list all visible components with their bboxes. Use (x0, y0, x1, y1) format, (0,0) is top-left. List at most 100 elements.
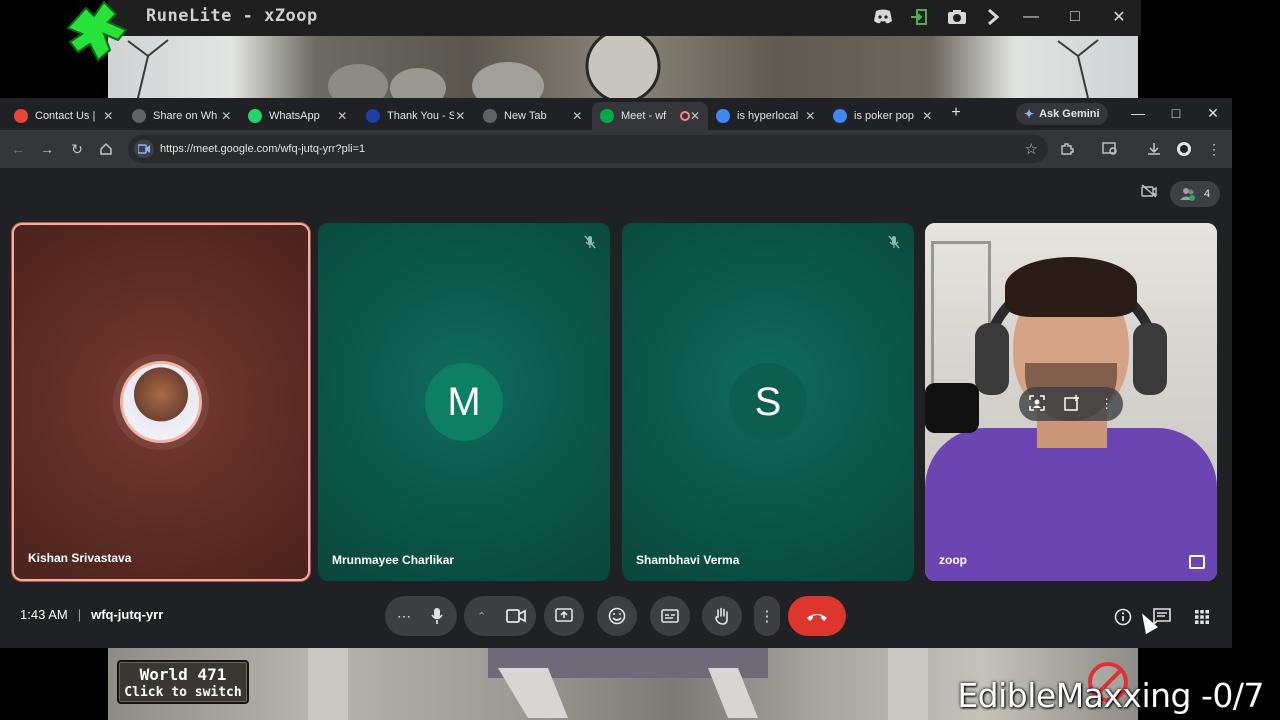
avatar (120, 361, 202, 443)
chrome-menu-icon[interactable]: ⋮ (1204, 139, 1224, 159)
captions-button[interactable] (650, 596, 690, 636)
maximize-icon[interactable]: □ (1062, 5, 1088, 29)
mic-off-icon (886, 234, 902, 250)
world-switch-button[interactable]: World 471 Click to switch (117, 660, 249, 704)
browser-tab[interactable]: Thank You - S ✕ (358, 102, 474, 130)
close-tab-icon[interactable]: ✕ (336, 109, 348, 123)
camera-off-icon[interactable] (1140, 182, 1158, 200)
mic-control-group: ⋯ (385, 596, 457, 636)
avatar-initial: S (729, 363, 807, 441)
red-circle-icon (14, 109, 28, 123)
whatsapp-icon (248, 109, 262, 123)
tab-label: Contact Us | (35, 110, 96, 122)
tab-label: Meet - wf (621, 110, 667, 122)
browser-tab[interactable]: is poker pop ✕ (825, 102, 941, 130)
camera-feed-hair (1005, 257, 1137, 317)
browser-tab[interactable]: is hyperlocal ✕ (708, 102, 824, 130)
hang-up-icon (807, 614, 827, 621)
chevron-up-icon[interactable]: ⌃ (477, 610, 486, 623)
camera-icon[interactable] (944, 5, 970, 29)
meeting-details-icon[interactable] (1112, 606, 1134, 628)
chrome-maximize-icon[interactable]: □ (1162, 102, 1190, 124)
chrome-minimize-icon[interactable]: — (1124, 102, 1152, 124)
runelite-title: RuneLite - xZoop (146, 6, 318, 26)
close-tab-icon[interactable]: ✕ (454, 109, 466, 123)
browser-toolbar: ← → ↻ https://meet.google.com/wfq-jutq-y… (0, 130, 1232, 168)
minimize-icon[interactable]: — (1018, 5, 1044, 29)
present-screen-button[interactable] (544, 596, 584, 636)
participant-tile-shambhavi[interactable]: S Shambhavi Verma (622, 223, 914, 581)
url-text: https://meet.google.com/wfq-jutq-yrr?pli… (160, 143, 366, 155)
more-audio-options-icon[interactable]: ⋯ (397, 608, 411, 625)
close-tab-icon[interactable]: ✕ (921, 109, 933, 123)
browser-tab[interactable]: WhatsApp ✕ (240, 102, 356, 130)
activities-icon[interactable] (1191, 606, 1213, 628)
video-camera-icon[interactable] (504, 604, 528, 628)
more-options-button[interactable]: ⋮ (754, 596, 780, 636)
participant-tile-zoop[interactable]: ⋮ zoop (925, 223, 1217, 581)
ask-gemini-button[interactable]: ✦ Ask Gemini (1016, 103, 1108, 125)
game-scene-top (108, 36, 1138, 98)
globe-icon (132, 109, 146, 123)
frame-person-icon[interactable] (1029, 394, 1045, 414)
home-icon[interactable] (96, 139, 116, 159)
avatar-ring (113, 354, 209, 450)
participant-name: Kishan Srivastava (28, 551, 132, 565)
mic-off-icon (582, 234, 598, 250)
chevron-right-icon[interactable] (980, 5, 1006, 29)
camera-control-group: ⌃ (464, 596, 536, 636)
close-tab-icon[interactable]: ✕ (220, 109, 232, 123)
close-icon[interactable]: ✕ (1106, 5, 1132, 29)
participant-tile-kishan[interactable]: Kishan Srivastava (12, 223, 310, 581)
cast-media-icon[interactable] (1100, 139, 1120, 159)
back-icon[interactable]: ← (8, 139, 28, 159)
more-options-icon[interactable]: ⋮ (1100, 396, 1113, 412)
browser-tab[interactable]: Meet - wf ✕ (592, 102, 708, 130)
extensions-icon[interactable] (1057, 139, 1077, 159)
reload-icon[interactable]: ↻ (67, 139, 87, 159)
chrome-icon (483, 109, 497, 123)
profile-icon[interactable] (1174, 139, 1194, 159)
forward-icon[interactable]: → (37, 139, 57, 159)
recording-icon (679, 111, 690, 121)
add-to-screen-icon[interactable] (1064, 394, 1080, 414)
blue-site-icon (366, 109, 380, 123)
browser-tab[interactable]: Share on Wh ✕ (124, 102, 240, 130)
emoji-icon (608, 607, 626, 625)
close-tab-icon[interactable]: ✕ (102, 109, 114, 123)
raise-hand-button[interactable] (702, 596, 742, 636)
discord-icon[interactable] (870, 5, 896, 29)
tab-label: Share on Wh (153, 110, 218, 122)
bookmark-star-icon[interactable]: ☆ (1025, 140, 1038, 158)
leave-call-button[interactable] (788, 596, 846, 636)
meeting-info-separator: | (77, 607, 82, 622)
chrome-close-icon[interactable]: ✕ (1199, 102, 1227, 124)
browser-tab[interactable]: New Tab ✕ (475, 102, 591, 130)
runelite-titlebar: RuneLite - xZoop — □ ✕ (108, 0, 1141, 36)
meet-site-icon[interactable] (134, 140, 154, 158)
close-tab-icon[interactable]: ✕ (804, 109, 816, 123)
stream-overlay-text: EdibleMaxxing -0/7 (957, 676, 1264, 715)
new-tab-button[interactable]: + (948, 104, 964, 122)
meeting-code: wfq-jutq-yrr (91, 607, 164, 622)
participants-icon (1180, 188, 1195, 201)
participant-count: 4 (1204, 188, 1211, 200)
browser-tab[interactable]: Contact Us | ✕ (6, 102, 122, 130)
ask-gemini-label: Ask Gemini (1039, 108, 1100, 120)
emoji-reaction-button[interactable] (597, 596, 637, 636)
microphone-icon[interactable] (425, 604, 449, 628)
meeting-controls-bar: 1:43 AM | wfq-jutq-yrr ⋯ ⌃ ⋮ (0, 588, 1232, 648)
vertical-dots-icon: ⋮ (759, 608, 775, 625)
download-icon[interactable] (1144, 139, 1164, 159)
chat-icon[interactable] (1151, 606, 1173, 628)
close-tab-icon[interactable]: ✕ (571, 109, 583, 123)
participant-tile-mrunmayee[interactable]: M Mrunmayee Charlikar (318, 223, 610, 581)
present-icon (555, 608, 573, 622)
camera-feed-earcup-right (1133, 323, 1167, 395)
participants-button[interactable]: 4 (1170, 181, 1221, 207)
close-tab-icon[interactable]: ✕ (690, 109, 700, 123)
address-bar[interactable]: https://meet.google.com/wfq-jutq-yrr?pli… (128, 135, 1048, 163)
login-arrow-icon[interactable] (906, 5, 932, 29)
pip-icon[interactable] (1189, 555, 1205, 569)
tab-label: is hyperlocal (737, 110, 799, 122)
